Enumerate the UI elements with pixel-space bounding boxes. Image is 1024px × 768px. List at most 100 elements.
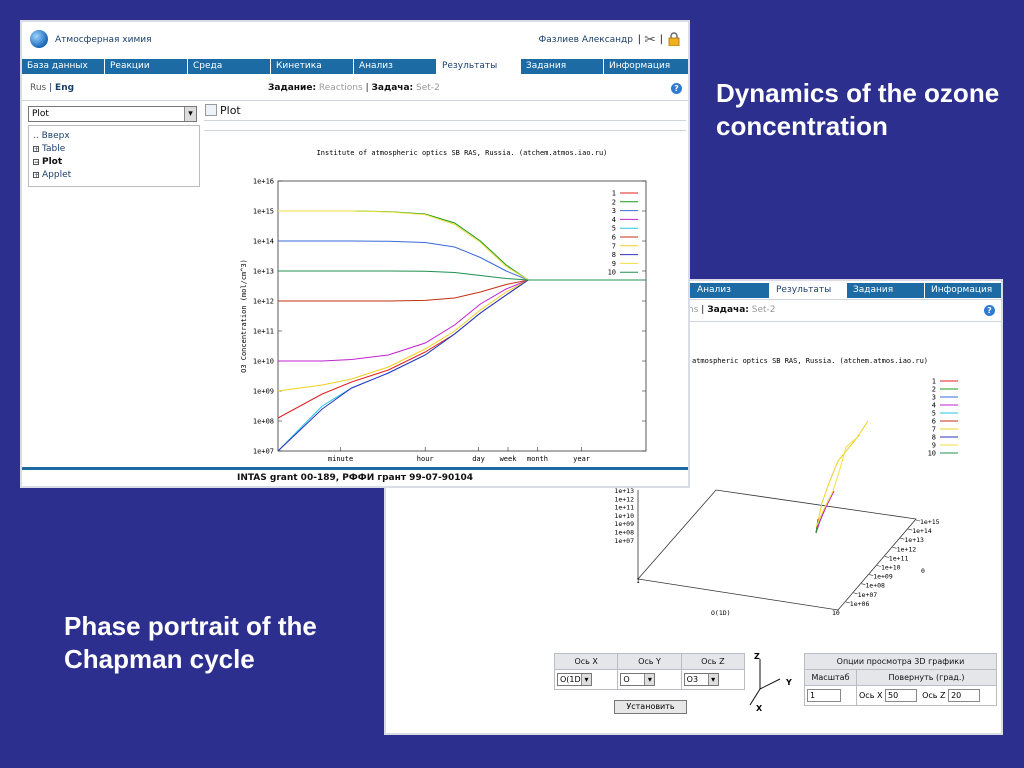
tab-analysis[interactable]: Анализ (354, 59, 437, 74)
y-tick-label: 1e+11 (253, 328, 274, 336)
back-divider-2 (686, 321, 1001, 322)
view-select[interactable]: Plot (28, 106, 197, 122)
plot-frame (277, 180, 647, 452)
rot-x-label: Ось X (859, 691, 883, 700)
phase-y-tick-label: 1e+08 (865, 582, 885, 590)
x-tick-label: month (527, 455, 548, 463)
lang-eng[interactable]: Eng (55, 83, 74, 93)
series-line-8 (277, 279, 646, 452)
x-tick-label: year (573, 455, 590, 463)
phase-y-tick-label: 1e+06 (850, 600, 870, 608)
tab-database[interactable]: База данных (22, 59, 105, 74)
phase-legend-label-3: 3 (932, 394, 936, 402)
task-label: Задание: (268, 83, 317, 93)
tree-item-applet[interactable]: + Applet (33, 169, 195, 182)
lock-icon[interactable] (668, 32, 680, 46)
sub-header: Rus | Eng Задание: Reactions | Задача: S… (22, 80, 688, 98)
user-separator: | (637, 34, 641, 45)
y-tick-label: 1e+13 (253, 268, 274, 276)
tree-applet-label: Applet (42, 170, 72, 180)
back-tab-tasks[interactable]: Задания (847, 283, 925, 298)
tools-icon[interactable]: ✂ (644, 32, 656, 48)
tab-reactions[interactable]: Реакции (105, 59, 188, 74)
help-icon[interactable]: ? (671, 83, 682, 94)
expand-icon[interactable]: + (33, 146, 39, 153)
phase-z-tick: 1e+09 (614, 520, 634, 528)
series-line-9 (278, 210, 646, 281)
collapse-icon[interactable]: − (33, 159, 39, 166)
phase-z-tick: 1e+10 (614, 512, 634, 520)
ozone-dynamics-caption: Dynamics of the ozone concentration (716, 78, 1000, 141)
axes-z-letter: Z (754, 652, 760, 661)
legend-label-2: 2 (612, 198, 616, 206)
series-line-4 (278, 279, 646, 362)
tab-medium[interactable]: Среда (188, 59, 271, 74)
phase-legend-label-2: 2 (932, 386, 936, 394)
tab-results[interactable]: Результаты (437, 59, 521, 74)
phase-x-tick-1: 1 (636, 577, 640, 585)
phase-trajectory-7 (815, 420, 869, 534)
tree-item-up[interactable]: .. Вверх (33, 130, 195, 143)
lang-rus[interactable]: Rus (30, 83, 46, 93)
subtask-value[interactable]: Set-2 (416, 83, 440, 93)
subtask-label: Задача: (371, 83, 414, 93)
app-title[interactable]: Атмосферная химия (55, 35, 152, 45)
series-line-10 (278, 270, 646, 281)
plot-divider (204, 120, 686, 121)
x-tick-label: minute (328, 455, 353, 463)
rot-z-label: Ось Z (922, 691, 946, 700)
back-tab-info[interactable]: Информация (925, 283, 1001, 298)
phase-x-tick-10: 10 (832, 609, 840, 617)
axis-y-select[interactable]: O (620, 673, 656, 686)
back-divider (686, 299, 1001, 300)
axis-z-select[interactable]: O3 (683, 673, 719, 686)
y-axis-label: O3 Concentration (mol/cm^3) (240, 259, 248, 373)
tree-up-label: Вверх (41, 131, 70, 141)
help-icon[interactable]: ? (984, 305, 995, 316)
x-tick-label: week (500, 455, 518, 463)
legend-label-8: 8 (612, 251, 616, 259)
task-value[interactable]: Reactions (319, 83, 363, 93)
view-options-title: Опции просмотра 3D графики (804, 653, 997, 670)
apply-button[interactable]: Установить (614, 700, 687, 714)
tab-tasks[interactable]: Задания (521, 59, 604, 74)
legend-label-5: 5 (612, 225, 616, 233)
top-bar: Атмосферная химия Фазлиев Александр | ✂ … (22, 22, 688, 57)
phase-extra-label: 0 (921, 567, 925, 575)
tree-item-table[interactable]: + Table (33, 143, 195, 156)
phase-y-tick-label: 1e+14 (912, 527, 932, 535)
y-tick-label: 1e+12 (253, 298, 274, 306)
back-task-value2[interactable]: Set-2 (752, 305, 776, 315)
expand-icon[interactable]: + (33, 172, 39, 179)
tab-kinetics[interactable]: Кинетика (271, 59, 354, 74)
axes-x-letter: X (756, 704, 763, 713)
user-name[interactable]: Фазлиев Александр (538, 35, 633, 45)
rot-z-input[interactable]: 20 (948, 689, 981, 702)
scale-input[interactable]: 1 (807, 689, 841, 702)
phase-y-tick-label: 1e+10 (881, 564, 901, 572)
y-tick-label: 1e+16 (253, 178, 274, 186)
rot-x-input[interactable]: 50 (884, 689, 917, 702)
back-tab-analysis[interactable]: Анализ (691, 283, 770, 298)
sub-divider (22, 100, 688, 101)
y-tick-label: 1e+15 (253, 208, 274, 216)
phase-y-tick-label: 1e+12 (897, 545, 917, 553)
phase-y-tick-label: 1e+09 (873, 573, 893, 581)
y-tick-label: 1e+08 (253, 418, 274, 426)
y-tick-label: 1e+07 (253, 448, 274, 456)
tree-item-plot[interactable]: − Plot (33, 156, 195, 169)
back-tab-results[interactable]: Результаты (770, 283, 847, 298)
task-sep: | (365, 83, 369, 93)
phase-y-tick-label: 1e+11 (889, 554, 909, 562)
phase-legend-label-6: 6 (932, 418, 936, 426)
legend-label-7: 7 (612, 242, 616, 250)
phase-y-tick-label: 1e+15 (920, 518, 940, 526)
tab-info[interactable]: Информация (604, 59, 688, 74)
phase-legend-label-4: 4 (932, 402, 936, 410)
series-line-2 (278, 210, 646, 281)
x-tick-label: hour (417, 455, 434, 463)
legend-label-6: 6 (612, 234, 616, 242)
axis-x-select[interactable]: O(1D) (557, 673, 592, 686)
phase-trajectory-10 (815, 526, 818, 534)
phase-legend-label-1: 1 (932, 378, 936, 386)
